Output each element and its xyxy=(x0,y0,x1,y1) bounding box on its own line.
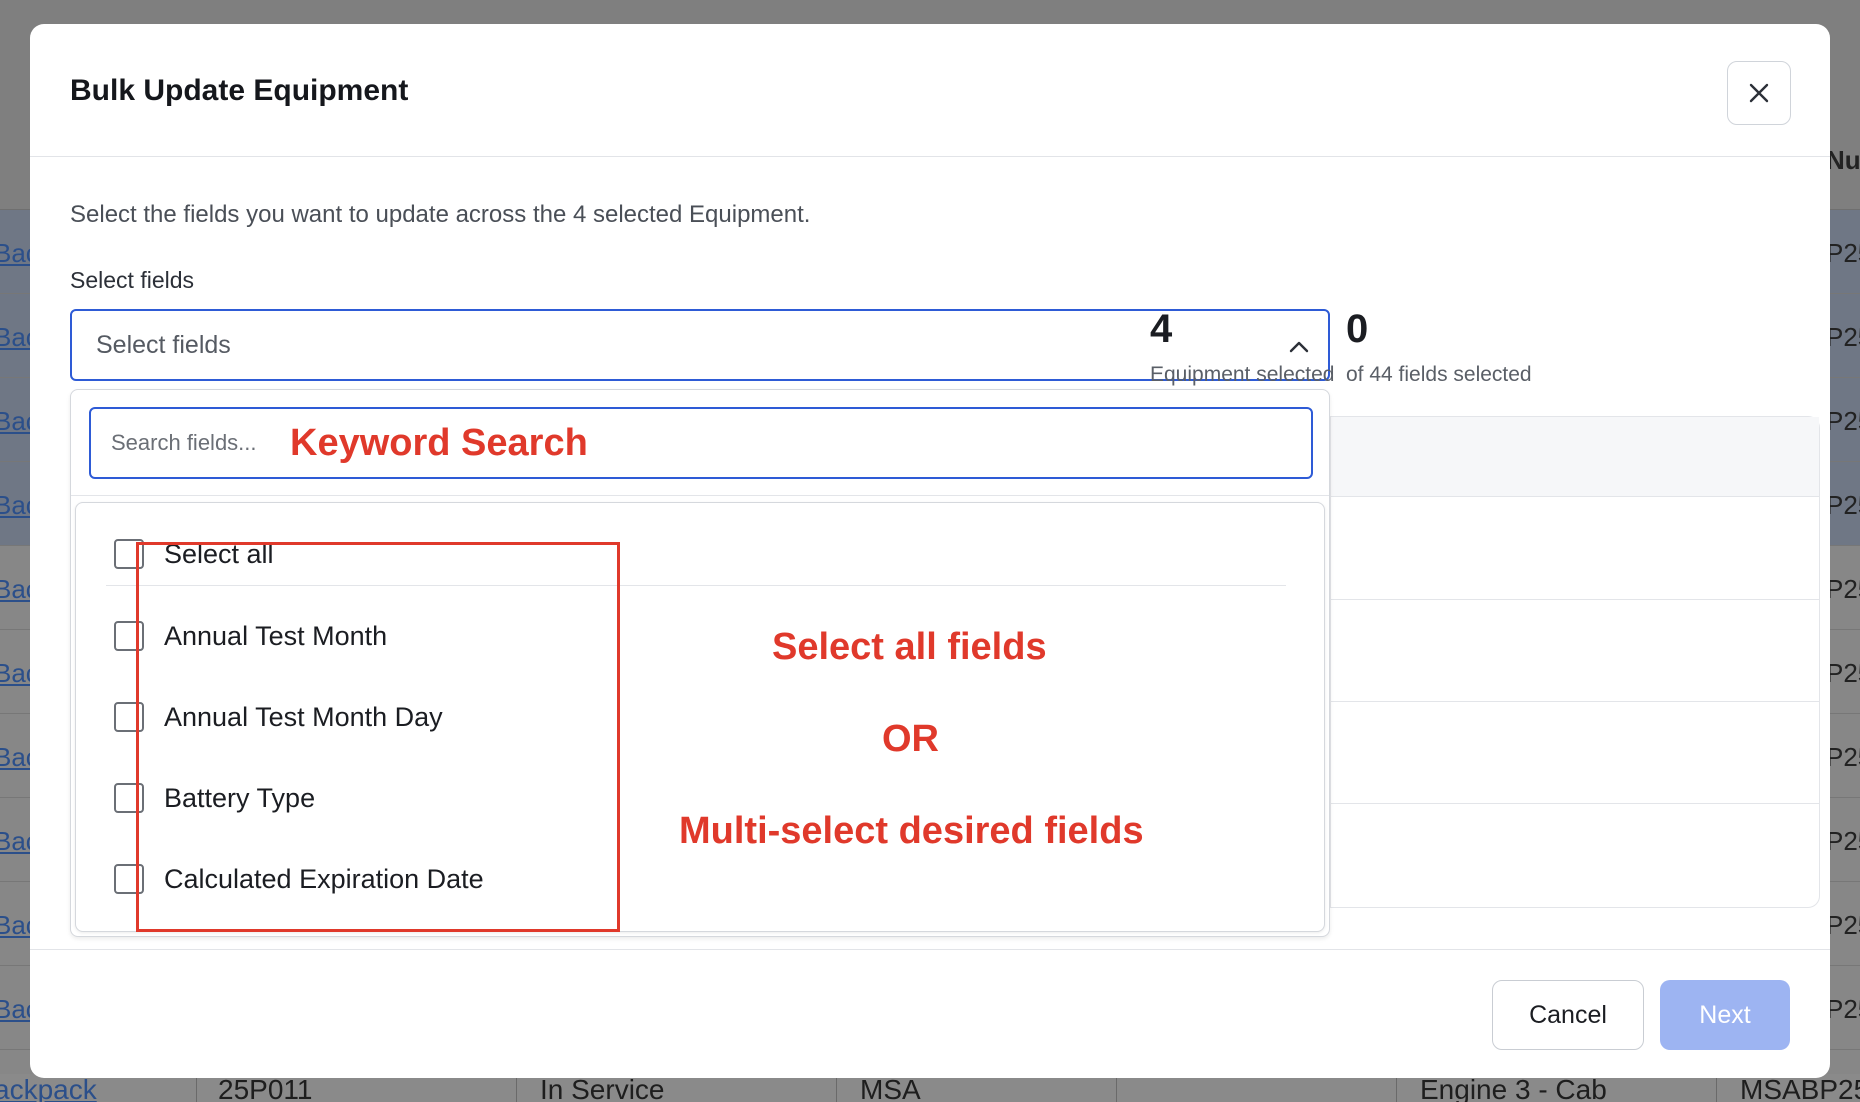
row-serial-fragment: P25 xyxy=(1826,574,1860,604)
divider xyxy=(71,495,1329,496)
row-serial-fragment: P25 xyxy=(1826,406,1860,436)
row-serial-fragment: P25 xyxy=(1826,826,1860,856)
equipment-selected-stat: 4 Equipment selected xyxy=(1150,309,1334,387)
modal-description: Select the fields you want to update acr… xyxy=(70,201,811,228)
select-fields-label: Select fields xyxy=(70,267,195,293)
column-header-fragment: Nu xyxy=(1826,145,1860,175)
next-button[interactable]: Next xyxy=(1660,980,1790,1050)
bottom-row-status: In Service xyxy=(540,1074,665,1102)
preview-row-divider xyxy=(1331,803,1819,804)
annotation-keyword-search: Keyword Search xyxy=(290,422,588,464)
preview-table-header xyxy=(1331,417,1819,497)
bottom-row-link[interactable]: ackpack xyxy=(0,1074,97,1102)
close-icon xyxy=(1749,83,1769,103)
row-serial-fragment: P25 xyxy=(1826,910,1860,940)
annotation-or: OR xyxy=(882,718,939,760)
select-fields-placeholder: Select fields xyxy=(96,331,231,359)
fields-selected-label: of 44 fields selected xyxy=(1346,363,1532,386)
close-button[interactable] xyxy=(1727,61,1791,125)
fields-selected-count: 0 xyxy=(1346,307,1369,351)
row-serial-fragment: P25 xyxy=(1826,238,1860,268)
modal-title: Bulk Update Equipment xyxy=(70,74,409,107)
row-serial-fragment: P25 xyxy=(1826,994,1860,1024)
row-serial-fragment: P25 xyxy=(1826,742,1860,772)
row-serial-fragment: P25 xyxy=(1826,490,1860,520)
annotation-multi-select: Multi-select desired fields xyxy=(679,810,1144,852)
cancel-button[interactable]: Cancel xyxy=(1492,980,1644,1050)
row-serial-fragment: P25 xyxy=(1826,322,1860,352)
fields-selected-stat: 0 of 44 fields selected xyxy=(1346,309,1532,387)
footer-divider xyxy=(30,949,1830,950)
equipment-selected-count: 4 xyxy=(1150,307,1173,351)
bottom-row-serial: MSABP25 xyxy=(1740,1074,1860,1102)
select-fields-dropdown[interactable]: Select fields xyxy=(70,309,1330,381)
search-fields-input[interactable] xyxy=(89,407,1313,479)
preview-row-divider xyxy=(1331,701,1819,702)
bottom-row-maker: MSA xyxy=(860,1074,921,1102)
preview-row-divider xyxy=(1331,599,1819,600)
modal-header: Bulk Update Equipment xyxy=(30,24,1830,157)
annotation-select-all-fields: Select all fields xyxy=(772,626,1047,668)
bottom-row-id: 25P011 xyxy=(218,1074,313,1102)
row-serial-fragment: P25 xyxy=(1826,658,1860,688)
fields-preview-table xyxy=(1330,416,1820,908)
bottom-row-location: Engine 3 - Cab xyxy=(1420,1074,1607,1102)
equipment-selected-label: Equipment selected xyxy=(1150,363,1335,386)
bulk-update-modal: Bulk Update Equipment Select the fields … xyxy=(30,24,1830,1078)
annotation-highlight-box xyxy=(136,542,620,932)
